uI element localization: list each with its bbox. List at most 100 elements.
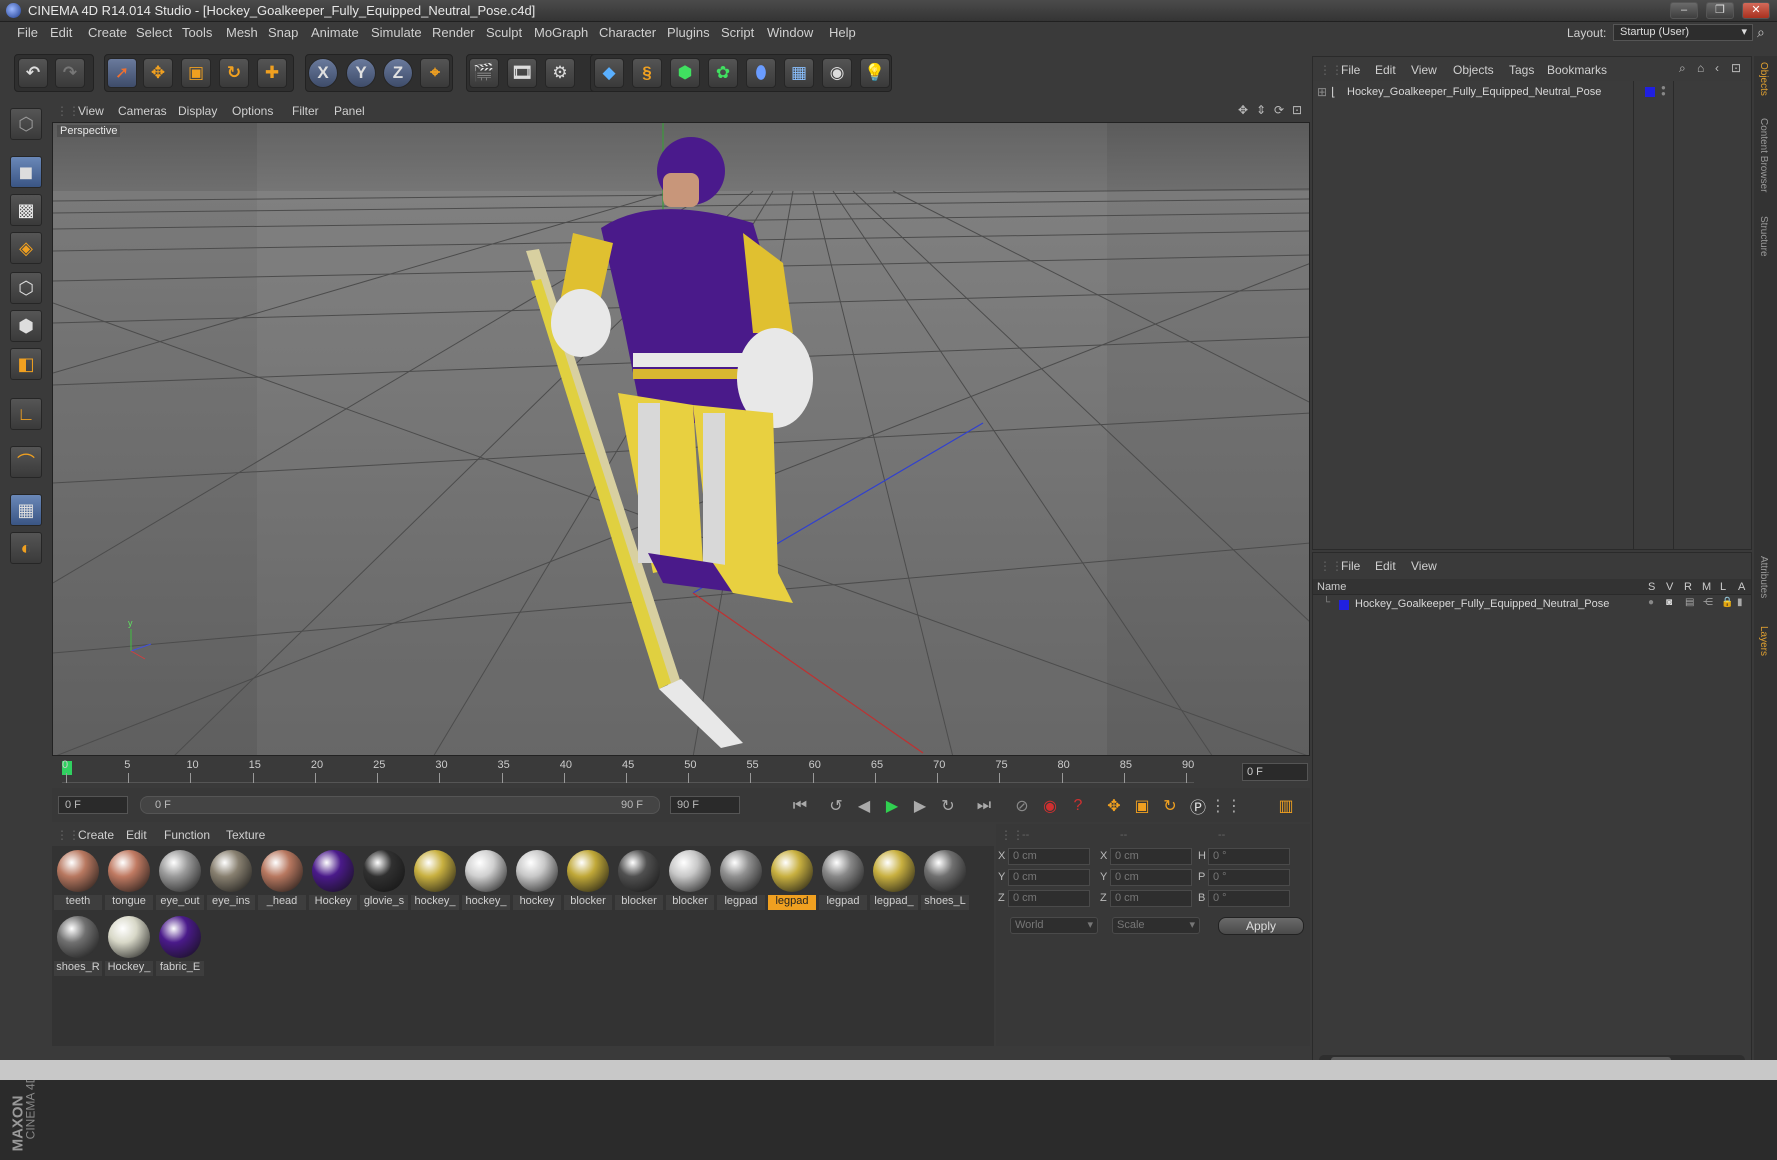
polygons-mode-icon[interactable]: ◧ xyxy=(10,348,42,380)
menu-script[interactable]: Script xyxy=(721,25,754,40)
object-row[interactable]: ⊞ ⌊ Hockey_Goalkeeper_Fully_Equipped_Neu… xyxy=(1317,84,1747,101)
viewport-menu-filter[interactable]: Filter xyxy=(292,104,319,118)
make-editable-icon[interactable]: ⬡ xyxy=(10,108,42,140)
material-swatch[interactable]: hockey_ xyxy=(411,848,459,912)
home-icon[interactable]: ⌂ xyxy=(1697,61,1704,75)
render-picture-viewer-icon[interactable]: 🎞 xyxy=(507,58,537,88)
key-parameter-icon[interactable]: Ⓟ xyxy=(1186,794,1210,818)
autokey-icon[interactable]: ◉ xyxy=(1038,794,1062,818)
key-position-icon[interactable]: ✥ xyxy=(1102,794,1126,818)
material-swatch[interactable]: Hockey_ xyxy=(105,914,153,978)
tab-layers[interactable]: Layers xyxy=(1758,626,1769,656)
material-swatch[interactable]: fabric_E xyxy=(156,914,204,978)
material-swatch[interactable]: eye_ins xyxy=(207,848,255,912)
camera-icon[interactable]: ◉ xyxy=(822,58,852,88)
search-icon[interactable]: ⌕ xyxy=(1757,24,1765,41)
coord-value-field[interactable]: 0 ° xyxy=(1208,869,1290,886)
close-button[interactable]: ✕ xyxy=(1742,2,1770,19)
floor-icon[interactable]: ▦ xyxy=(784,58,814,88)
lock-toggle-icon[interactable]: 🔒 xyxy=(1721,597,1733,608)
array-icon[interactable]: ✿ xyxy=(708,58,738,88)
viewport-menu-cameras[interactable]: Cameras xyxy=(118,104,167,118)
new-panel-icon[interactable]: ⊡ xyxy=(1731,61,1741,75)
timeline-window-icon[interactable]: ▥ xyxy=(1274,794,1298,818)
expand-icon[interactable]: ⊞ xyxy=(1317,85,1327,99)
snap-lock-icon[interactable]: ▦ xyxy=(10,494,42,526)
rotate-icon[interactable]: ↻ xyxy=(219,58,249,88)
key-scale-icon[interactable]: ▣ xyxy=(1130,794,1154,818)
menu-mograph[interactable]: MoGraph xyxy=(534,25,588,40)
next-keyframe-icon[interactable]: ↻ xyxy=(936,794,960,818)
apply-button[interactable]: Apply xyxy=(1218,917,1304,935)
coord-value-field[interactable]: 0 cm xyxy=(1110,848,1192,865)
visibility-dots-icon[interactable]: ● ● xyxy=(1661,84,1666,98)
render-settings-icon[interactable]: ⚙ xyxy=(545,58,575,88)
menu-window[interactable]: Window xyxy=(767,25,813,40)
model-mode-icon[interactable]: ◼ xyxy=(10,156,42,188)
spline-icon[interactable]: § xyxy=(632,58,662,88)
workplane-mode-icon[interactable]: ◈ xyxy=(10,232,42,264)
viewport-zoom-icon[interactable]: ⇕ xyxy=(1256,103,1266,117)
material-swatch[interactable]: blocker xyxy=(615,848,663,912)
perspective-viewport[interactable]: y Perspective xyxy=(52,122,1310,756)
go-to-start-icon[interactable]: ⏮ xyxy=(788,794,812,818)
tab-objects[interactable]: Objects xyxy=(1758,62,1769,96)
objects-menu-tags[interactable]: Tags xyxy=(1509,63,1534,77)
texture-mode-icon[interactable]: ▩ xyxy=(10,194,42,226)
animation-toggle-icon[interactable]: ▮ xyxy=(1737,597,1743,608)
maximize-button[interactable]: ❐ xyxy=(1706,2,1734,19)
max-frame-field[interactable]: 90 F xyxy=(670,796,740,814)
coord-value-field[interactable]: 0 cm xyxy=(1110,869,1192,886)
objects-menu-bookmarks[interactable]: Bookmarks xyxy=(1547,63,1607,77)
layers-menu-edit[interactable]: Edit xyxy=(1375,559,1396,573)
layer-name[interactable]: Hockey_Goalkeeper_Fully_Equipped_Neutral… xyxy=(1355,598,1609,610)
menu-create[interactable]: Create xyxy=(88,25,127,40)
go-to-end-icon[interactable]: ⏭ xyxy=(972,794,996,818)
key-rotation-icon[interactable]: ↻ xyxy=(1158,794,1182,818)
coord-value-field[interactable]: 0 ° xyxy=(1208,890,1290,907)
edges-mode-icon[interactable]: ⬢ xyxy=(10,310,42,342)
menu-plugins[interactable]: Plugins xyxy=(667,25,710,40)
material-swatch[interactable]: blocker xyxy=(564,848,612,912)
layer-color-swatch[interactable] xyxy=(1339,600,1349,610)
material-swatch[interactable]: hockey xyxy=(513,848,561,912)
scale-icon[interactable]: ▣ xyxy=(181,58,211,88)
menu-snap[interactable]: Snap xyxy=(268,25,298,40)
visible-toggle-icon[interactable]: ◙ xyxy=(1666,597,1672,608)
menu-help[interactable]: Help xyxy=(829,25,856,40)
material-swatch[interactable]: legpad xyxy=(819,848,867,912)
axis-x-lock[interactable]: X xyxy=(308,58,338,88)
min-frame-field[interactable]: 0 F xyxy=(58,796,128,814)
axis-y-lock[interactable]: Y xyxy=(346,58,376,88)
material-menu-create[interactable]: Create xyxy=(78,828,114,842)
key-pla-icon[interactable]: ⋮⋮ xyxy=(1210,794,1242,818)
menu-edit[interactable]: Edit xyxy=(50,25,72,40)
viewport-menu-display[interactable]: Display xyxy=(178,104,217,118)
material-swatch[interactable]: shoes_L xyxy=(921,848,969,912)
timeline-ruler[interactable]: 0 5 10 15 20 25 30 35 40 45 50 55 60 65 70 75 80 85 90 0 F xyxy=(52,757,1310,787)
material-menu-texture[interactable]: Texture xyxy=(226,828,265,842)
previous-keyframe-icon[interactable]: ↺ xyxy=(824,794,848,818)
viewport-menu-options[interactable]: Options xyxy=(232,104,273,118)
material-swatch[interactable]: teeth xyxy=(54,848,102,912)
objects-menu-edit[interactable]: Edit xyxy=(1375,63,1396,77)
redo-icon[interactable]: ↷ xyxy=(55,58,85,88)
menu-sculpt[interactable]: Sculpt xyxy=(486,25,522,40)
light-icon[interactable]: 💡 xyxy=(860,58,890,88)
material-swatch[interactable]: eye_out xyxy=(156,848,204,912)
keyframe-selection-icon[interactable]: ? xyxy=(1066,794,1090,818)
size-mode-select[interactable]: Scale ▾ xyxy=(1112,917,1200,934)
coord-value-field[interactable]: 0 cm xyxy=(1008,890,1090,907)
material-menu-function[interactable]: Function xyxy=(164,828,210,842)
coord-value-field[interactable]: 0 cm xyxy=(1008,869,1090,886)
render-view-icon[interactable]: 🎬 xyxy=(469,58,499,88)
tweak-mode-icon[interactable]: ⌒ xyxy=(10,446,42,478)
frame-range-slider[interactable]: 0 F 90 F xyxy=(140,796,660,814)
objects-menu-file[interactable]: File xyxy=(1341,63,1360,77)
current-frame-field[interactable]: 0 F xyxy=(1242,763,1308,781)
tab-attributes[interactable]: Attributes xyxy=(1758,556,1769,598)
menu-mesh[interactable]: Mesh xyxy=(226,25,258,40)
menu-character[interactable]: Character xyxy=(599,25,656,40)
deformer-icon[interactable]: ⬮ xyxy=(746,58,776,88)
minimize-button[interactable]: – xyxy=(1670,2,1698,19)
